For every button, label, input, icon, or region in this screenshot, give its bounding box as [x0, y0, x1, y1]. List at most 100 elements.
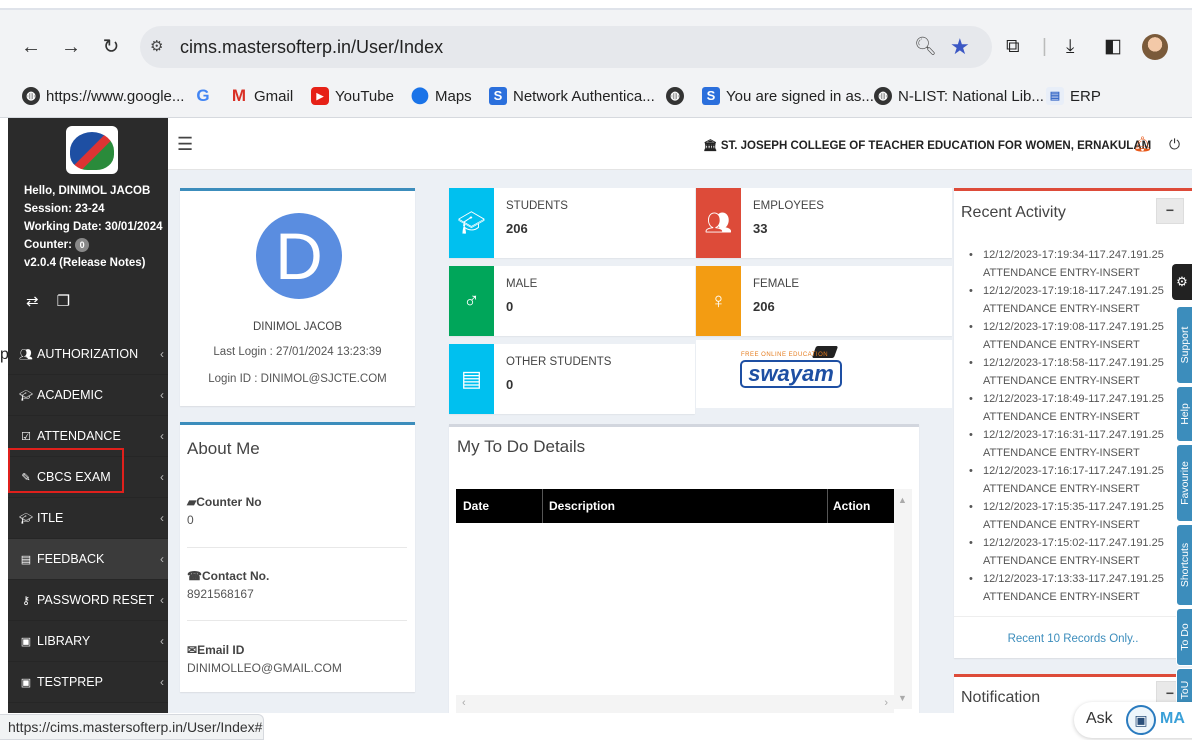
back-arrow-icon[interactable]: ←	[20, 36, 42, 58]
sidebar-item-label: ACADEMIC	[37, 388, 103, 402]
extensions-icon[interactable]: ⧉	[1006, 36, 1020, 58]
horizontal-scrollbar[interactable]: ‹ ›	[456, 695, 894, 713]
gmail-icon: M	[231, 86, 247, 105]
list-item: 12/12/2023-17:18:58-117.247.191.25 ATTEN…	[968, 354, 1173, 390]
divider	[187, 547, 407, 548]
sidebar-menu: 👥︎ AUTHORIZATION ‹ 🎓︎ ACADEMIC ‹ ☑ ATTENDANCE…	[8, 334, 168, 703]
about-title: About Me	[187, 439, 260, 458]
column-action[interactable]: Action	[833, 499, 870, 513]
forward-arrow-icon[interactable]: →	[60, 36, 82, 58]
bookmark-globe[interactable]: ◍	[666, 87, 684, 105]
list-item: 12/12/2023-17:19:18-117.247.191.25 ATTEN…	[968, 282, 1173, 318]
stat-students[interactable]: 🎓︎ STUDENTS 206	[449, 188, 695, 258]
sidebar-item-label: ATTENDANCE	[37, 429, 121, 443]
tab-favourite[interactable]: Favourite	[1176, 444, 1192, 522]
sidebar-item-authorization[interactable]: 👥︎ AUTHORIZATION ‹	[8, 334, 168, 375]
todo-table-header: Date Description Action	[456, 489, 894, 523]
bookmark-gmail[interactable]: M Gmail	[230, 87, 293, 105]
sidebar-item-feedback[interactable]: ▤ FEEDBACK ‹	[8, 539, 168, 580]
url-text[interactable]: cims.mastersofterp.in/User/Index	[180, 37, 443, 58]
chevron-left-icon: ‹	[160, 593, 164, 607]
gear-icon[interactable]: ⚙	[1172, 264, 1192, 300]
counter-no-value: 0	[187, 513, 194, 527]
chevron-left-icon: ‹	[160, 429, 164, 443]
site-settings-icon[interactable]: ⚙	[150, 37, 163, 55]
tab-help[interactable]: Help	[1176, 386, 1192, 442]
contact-label: ☎Contact No.	[187, 569, 269, 583]
bookmark-google[interactable]: ◍ https://www.google...	[22, 87, 184, 105]
avatar: D	[256, 213, 342, 299]
side-panel-icon[interactable]: ◧	[1104, 36, 1122, 58]
chevron-left-icon: ‹	[160, 552, 164, 566]
zoom-icon[interactable]: 🔍︎	[914, 36, 937, 57]
refresh-icon[interactable]: ⇄	[26, 292, 39, 310]
column-date[interactable]: Date	[463, 499, 489, 513]
toolbar-divider: |	[1042, 36, 1047, 57]
bookmark-maps[interactable]: ⬤ Maps	[411, 87, 472, 105]
college-name: 🏛︎ ST. JOSEPH COLLEGE OF TEACHER EDUCATI…	[703, 138, 1151, 152]
bookmark-erp[interactable]: ▤ ERP	[1046, 87, 1101, 105]
bookmark-label: https://www.google...	[46, 87, 185, 105]
version-link[interactable]: v2.0.4 (Release Notes)	[24, 254, 163, 272]
list-item: 12/12/2023-17:19:08-117.247.191.25 ATTEN…	[968, 318, 1173, 354]
sidebar-item-testprep[interactable]: ▣ TESTPREP ‹	[8, 662, 168, 703]
sidebar-item-label: TESTPREP	[37, 675, 103, 689]
sidebar-item-password-reset[interactable]: ⚷ PASSWORD RESET ‹	[8, 580, 168, 621]
globe-icon: ◍	[874, 87, 892, 105]
recent-records-link[interactable]: Recent 10 Records Only..	[954, 616, 1192, 660]
scroll-left-icon[interactable]: ‹	[462, 697, 466, 709]
chevron-left-icon: ‹	[160, 634, 164, 648]
power-icon[interactable]: ⏻	[1169, 136, 1180, 153]
sidebar-item-library[interactable]: ▣ LIBRARY ‹	[8, 621, 168, 662]
profile-name: DINIMOL JACOB	[252, 321, 343, 333]
chat-assistant-button[interactable]: Ask ▣ MA	[1074, 702, 1192, 738]
column-description[interactable]: Description	[549, 499, 615, 513]
tab-todo[interactable]: To Do	[1176, 608, 1192, 666]
list-item: 12/12/2023-17:13:33-117.247.191.25 ATTEN…	[968, 570, 1173, 606]
bell-icon[interactable]: 🔔︎	[1133, 135, 1152, 153]
college-name-text: ST. JOSEPH COLLEGE OF TEACHER EDUCATION …	[720, 140, 1152, 152]
stat-label: FEMALE	[753, 278, 800, 290]
copy-icon[interactable]: ❐	[57, 292, 70, 310]
tab-shortcuts[interactable]: Shortcuts	[1176, 524, 1192, 606]
envelope-icon: ✉	[187, 643, 198, 657]
login-id: Login ID : DINIMOL@SJCTE.COM	[208, 373, 387, 385]
bookmark-nlist[interactable]: ◍ N-LIST: National Lib...	[874, 87, 1044, 105]
collapse-button[interactable]: −	[1156, 198, 1184, 224]
download-icon[interactable]: ⤓	[1066, 36, 1074, 58]
tab-support[interactable]: Support	[1176, 306, 1192, 384]
todo-title: My To Do Details	[457, 437, 586, 456]
bookmark-youtube[interactable]: ▶ YouTube	[311, 87, 394, 105]
bookmark-google-g[interactable]: G	[194, 87, 212, 105]
divider	[187, 620, 407, 621]
stat-employees[interactable]: 👥︎ EMPLOYEES 33	[696, 188, 952, 258]
profile-avatar[interactable]	[1142, 34, 1168, 60]
ask-label: Ask	[1086, 710, 1113, 727]
swayam-word: swayam	[740, 360, 842, 388]
address-bar[interactable]: ⚙ cims.mastersofterp.in/User/Index 🔍︎ ★	[140, 26, 992, 68]
hamburger-menu-icon[interactable]: ☰	[177, 134, 193, 155]
robot-icon: ▣	[1126, 705, 1156, 735]
swayam-logo[interactable]: FREE ONLINE EDUCATION swayam	[696, 340, 952, 408]
scroll-down-icon[interactable]: ▼	[898, 693, 907, 703]
chevron-left-icon: ‹	[160, 388, 164, 402]
bookmark-signed-in[interactable]: S You are signed in as...	[702, 87, 874, 105]
stat-other-students[interactable]: ▤ OTHER STUDENTS 0	[449, 344, 695, 414]
graduation-cap-icon: 🎓︎	[19, 389, 33, 402]
stat-label: STUDENTS	[506, 200, 568, 212]
stat-female[interactable]: ♀ FEMALE 206	[696, 266, 952, 336]
sidebar-item-label: FEEDBACK	[37, 552, 105, 566]
contact-label-text: Contact No.	[201, 569, 270, 583]
scroll-up-icon[interactable]: ▲	[898, 495, 907, 505]
sidebar-item-itle[interactable]: 🎓︎ ITLE ‹	[8, 498, 168, 539]
bookmark-label: You are signed in as...	[726, 87, 874, 105]
sidebar-item-academic[interactable]: 🎓︎ ACADEMIC ‹	[8, 375, 168, 416]
vertical-scrollbar[interactable]: ▲ ▼	[894, 489, 912, 709]
reload-icon[interactable]: ↻	[100, 36, 122, 58]
bookmark-star-icon[interactable]: ★	[950, 34, 970, 60]
stat-male[interactable]: ♂ MALE 0	[449, 266, 695, 336]
scroll-right-icon[interactable]: ›	[884, 697, 888, 709]
counter-no-label-text: Counter No	[196, 495, 262, 509]
recent-title: Recent Activity	[961, 204, 1066, 221]
bookmark-network-auth[interactable]: S Network Authentica...	[489, 87, 655, 105]
